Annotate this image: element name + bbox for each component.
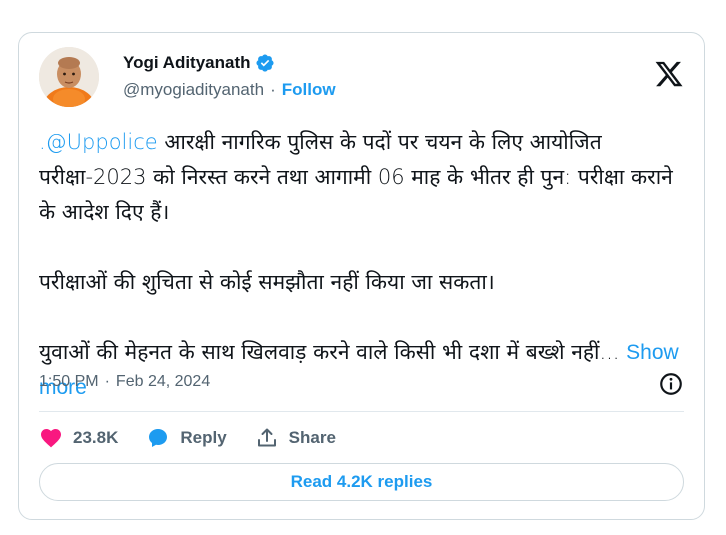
tweet-timestamp[interactable]: 1:50 PM · Feb 24, 2024 xyxy=(39,373,210,391)
tweet-header: Yogi Adityanath @myogiadityanath · Follo… xyxy=(39,47,684,109)
avatar-image xyxy=(39,47,99,107)
share-label: Share xyxy=(288,428,336,447)
like-button[interactable]: 23.8K xyxy=(39,426,118,450)
like-count: 23.8K xyxy=(73,428,119,447)
follow-button[interactable]: Follow xyxy=(282,80,336,100)
author-handle[interactable]: @myogiadityanath xyxy=(123,80,264,100)
author-name[interactable]: Yogi Adityanath xyxy=(123,53,251,73)
read-replies-button[interactable]: Read 4.2K replies xyxy=(39,463,684,501)
tweet-text: .@Uppolice आरक्षी नागरिक पुलिस के पदों प… xyxy=(39,125,679,405)
tweet-paragraph-2: परीक्षाओं की शुचिता से कोई समझौता नहीं क… xyxy=(39,270,495,294)
share-icon xyxy=(257,428,276,447)
paragraph-3-text: युवाओं की मेहनत के साथ खिलवाड़ करने वाले… xyxy=(39,340,627,364)
tweet-time: 1:50 PM xyxy=(39,373,99,390)
author-identity: Yogi Adityanath @myogiadityanath · Follo… xyxy=(123,51,336,103)
verified-badge-icon xyxy=(255,53,275,73)
heart-icon xyxy=(41,429,61,448)
action-bar: 23.8K Reply Share xyxy=(39,423,364,453)
reply-bubble-icon xyxy=(149,429,168,447)
share-button[interactable]: Share xyxy=(255,426,336,450)
tweet-paragraph-1: .@Uppolice आरक्षी नागरिक पुलिस के पदों प… xyxy=(39,125,679,230)
reply-button[interactable]: Reply xyxy=(146,426,227,450)
tweet-paragraph-3: युवाओं की मेहनत के साथ खिलवाड़ करने वाले… xyxy=(39,335,679,405)
mention-link[interactable]: .@Uppolice xyxy=(39,130,158,154)
tweet-card: Yogi Adityanath @myogiadityanath · Follo… xyxy=(18,32,705,520)
avatar[interactable] xyxy=(39,47,99,107)
tweet-date: Feb 24, 2024 xyxy=(115,373,211,390)
handle-separator: · xyxy=(270,80,276,99)
info-icon[interactable] xyxy=(658,371,684,397)
reply-label: Reply xyxy=(180,428,227,447)
timestamp-separator: · xyxy=(104,373,110,390)
x-logo-icon[interactable] xyxy=(654,59,684,89)
divider xyxy=(39,411,684,412)
